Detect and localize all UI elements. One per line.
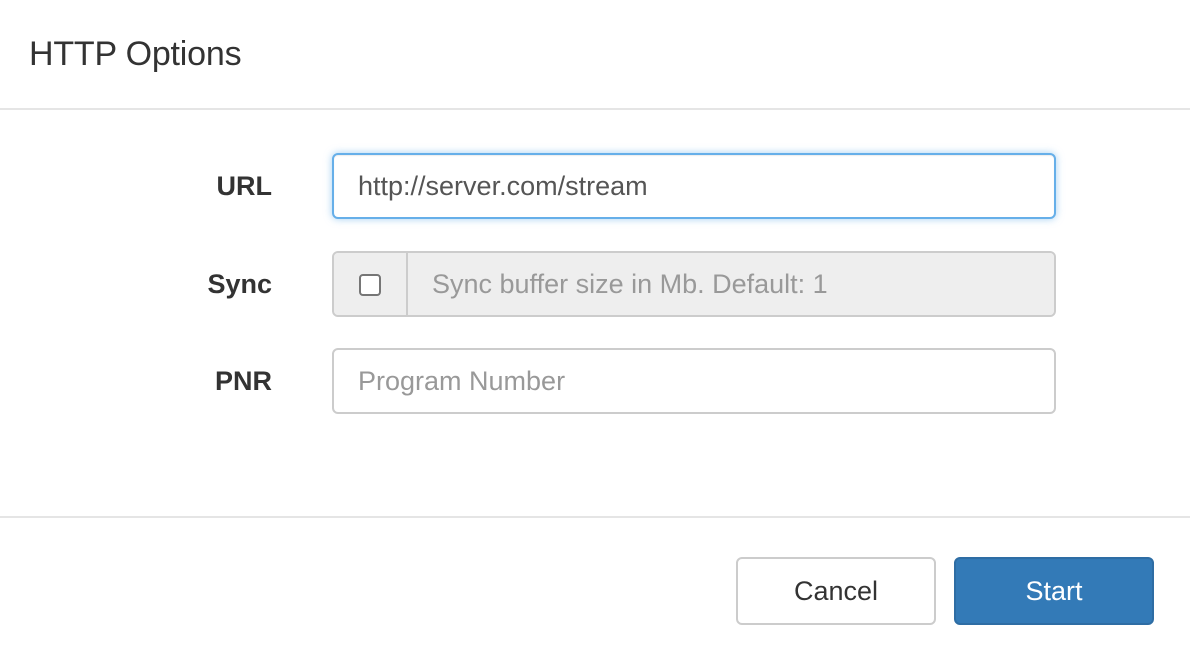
dialog-footer: Cancel Start xyxy=(0,516,1190,656)
dialog-header: HTTP Options xyxy=(0,0,1190,110)
sync-input-group: Sync buffer size in Mb. Default: 1 xyxy=(332,251,1056,317)
cancel-button[interactable]: Cancel xyxy=(736,557,936,625)
http-options-dialog: HTTP Options URL Sync Sync buffer size i… xyxy=(0,0,1190,656)
start-button[interactable]: Start xyxy=(954,557,1154,625)
sync-checkbox-addon xyxy=(334,253,408,315)
url-label: URL xyxy=(216,171,273,201)
sync-row: Sync Sync buffer size in Mb. Default: 1 xyxy=(0,251,1190,317)
dialog-title: HTTP Options xyxy=(29,35,242,73)
dialog-body: URL Sync Sync buffer size in Mb. Default… xyxy=(0,110,1190,516)
url-input[interactable] xyxy=(332,153,1056,219)
pnr-row: PNR xyxy=(0,348,1190,414)
pnr-label: PNR xyxy=(214,366,272,396)
sync-buffer-size-input: Sync buffer size in Mb. Default: 1 xyxy=(408,253,1054,315)
sync-label: Sync xyxy=(207,269,272,299)
sync-checkbox[interactable] xyxy=(359,274,381,296)
url-row: URL xyxy=(0,153,1190,219)
program-number-input[interactable] xyxy=(332,348,1056,414)
